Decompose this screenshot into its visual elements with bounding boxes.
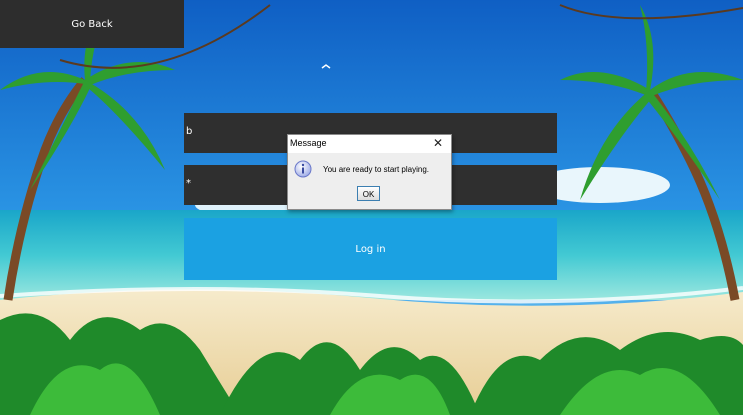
dialog-titlebar[interactable]: Message ✕ bbox=[288, 135, 451, 153]
login-button[interactable]: Log in bbox=[184, 218, 557, 280]
username-value: b bbox=[186, 126, 193, 137]
ok-button[interactable]: OK bbox=[357, 186, 380, 201]
dialog-title: Message bbox=[290, 138, 327, 148]
info-icon bbox=[294, 160, 312, 178]
dialog-message: You are ready to start playing. bbox=[323, 165, 429, 174]
go-back-button[interactable]: Go Back bbox=[0, 0, 184, 48]
message-dialog: Message ✕ You are ready to start playing… bbox=[287, 134, 452, 210]
dialog-body: You are ready to start playing. OK bbox=[288, 153, 451, 209]
password-value: * bbox=[186, 178, 191, 189]
close-icon[interactable]: ✕ bbox=[431, 136, 445, 150]
